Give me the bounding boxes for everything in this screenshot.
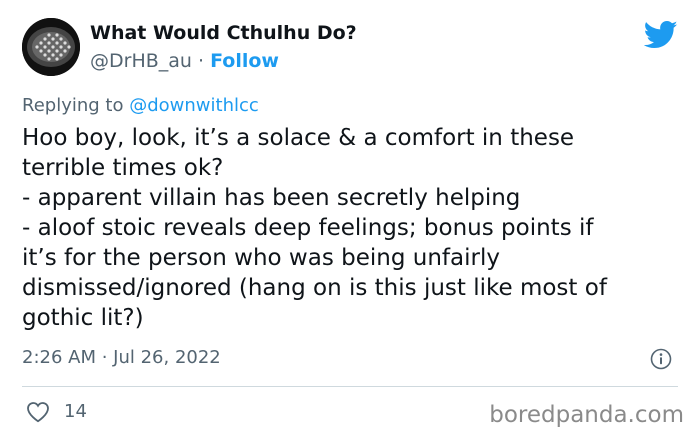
divider <box>22 386 678 387</box>
author-handle[interactable]: @DrHB_au <box>90 50 192 72</box>
like-count: 14 <box>64 401 87 422</box>
avatar-image <box>22 18 80 76</box>
replying-prefix: Replying to <box>22 95 124 116</box>
watermark: boredpanda.com <box>489 402 684 428</box>
separator-dot: · <box>198 50 205 72</box>
tweet-body: Hoo boy, look, it’s a solace & a comfort… <box>22 123 682 333</box>
author-name[interactable]: What Would Cthulhu Do? <box>90 22 357 44</box>
twitter-bird-icon[interactable] <box>644 20 678 50</box>
tweet-body-line: Hoo boy, look, it’s a solace & a comfort… <box>22 125 575 151</box>
replying-to: Replying to @downwithlcc <box>22 95 259 116</box>
tweet-body-line: gothic lit?) <box>22 305 144 331</box>
info-icon[interactable] <box>650 348 672 370</box>
tweet-body-line: dismissed/ignored (hang on is this just … <box>22 275 607 301</box>
tweet-body-line: it’s for the person who was being unfair… <box>22 245 500 271</box>
tweet-body-line: - apparent villain has been secretly hel… <box>22 185 521 211</box>
replying-mention-link[interactable]: @downwithlcc <box>129 95 259 116</box>
follow-button[interactable]: Follow <box>210 50 279 72</box>
tweet-body-line: terrible times ok? <box>22 155 224 181</box>
tweet-timestamp[interactable]: 2:26 AM · Jul 26, 2022 <box>22 347 221 368</box>
author-handle-row: @DrHB_au · Follow <box>90 50 279 72</box>
avatar[interactable] <box>22 18 80 76</box>
heart-icon[interactable] <box>26 401 50 423</box>
tweet-body-line: - aloof stoic reveals deep feelings; bon… <box>22 215 594 241</box>
